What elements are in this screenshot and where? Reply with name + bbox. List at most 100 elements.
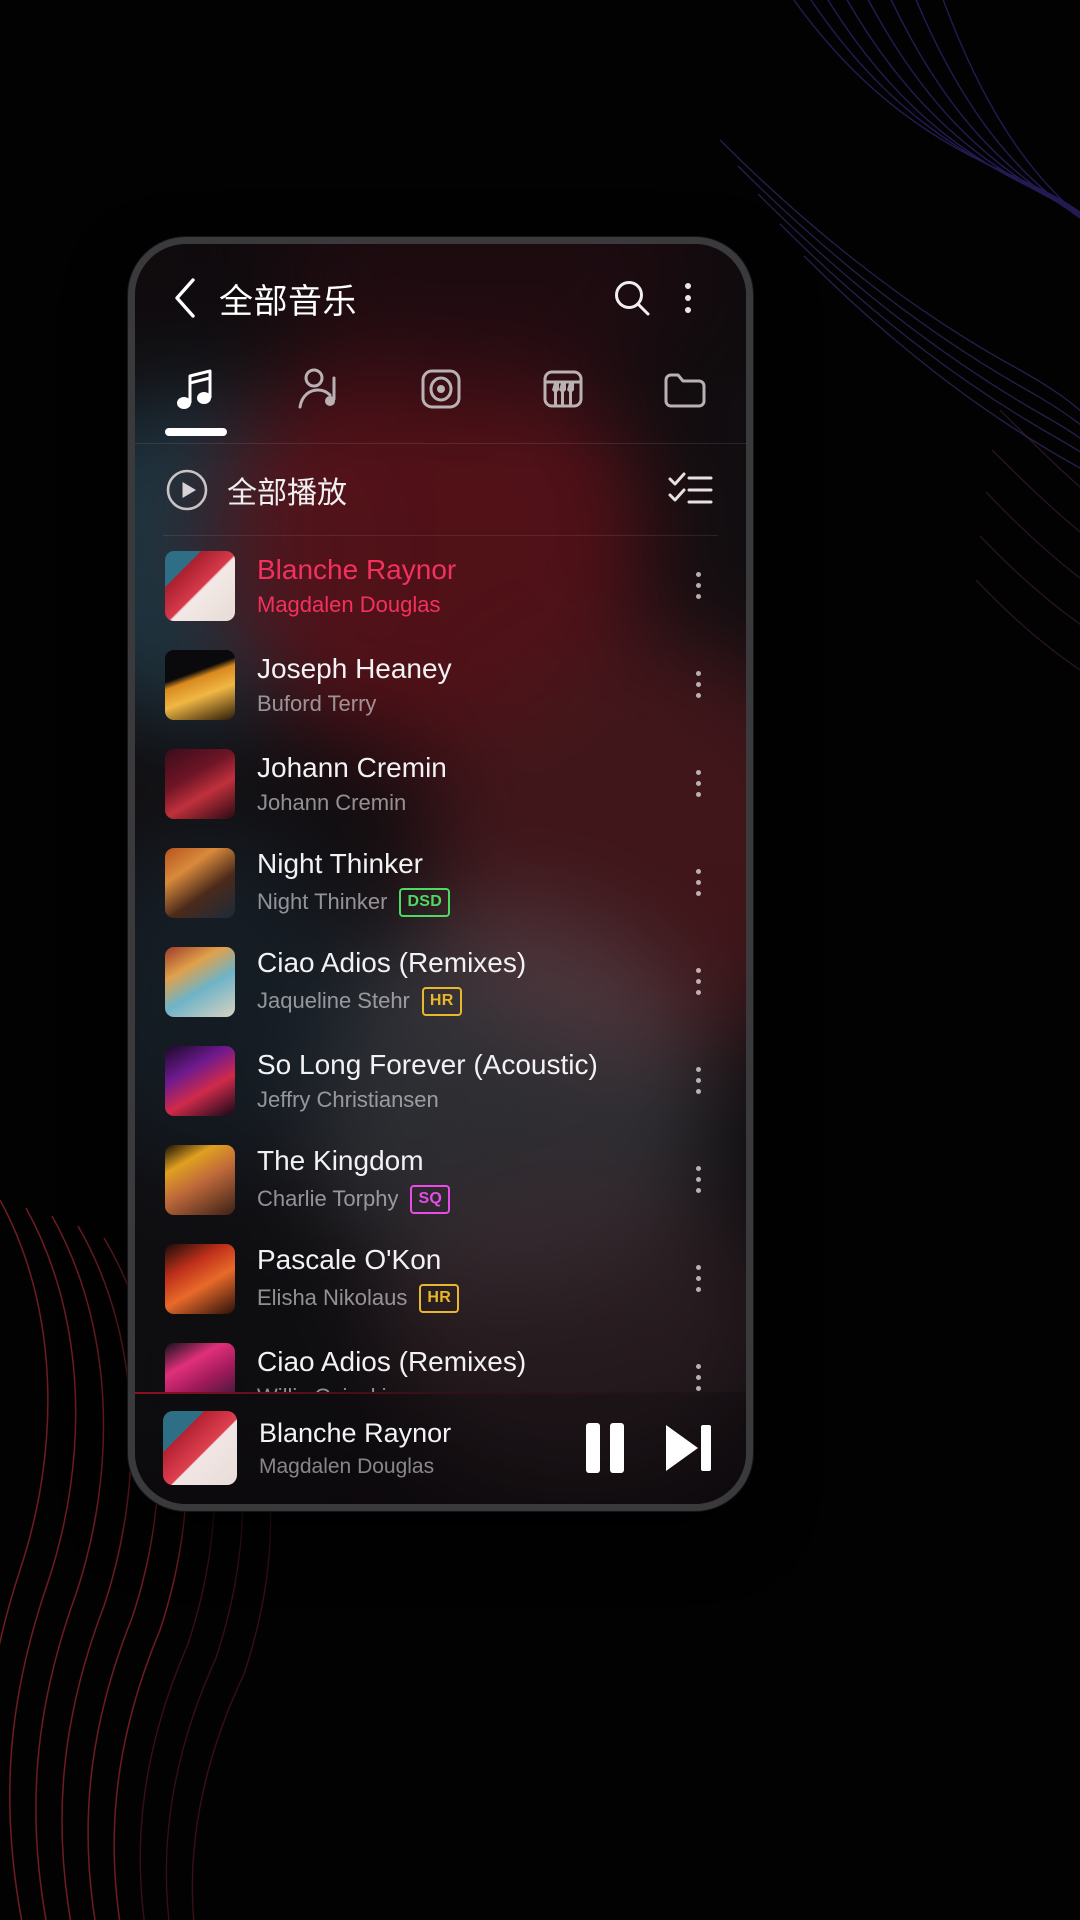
- song-title: Johann Cremin: [257, 751, 447, 783]
- artist-icon: [292, 362, 344, 416]
- more-vertical-icon: [695, 869, 701, 896]
- song-title: Ciao Adios (Remixes): [257, 947, 527, 979]
- quality-badge: SQ: [410, 1184, 451, 1214]
- more-vertical-icon: [695, 1265, 701, 1292]
- song-artwork: [165, 649, 235, 720]
- tab-songs[interactable]: [135, 352, 257, 444]
- song-subline: Night Thinker DSD: [257, 887, 658, 917]
- mini-player: Blanche Raynor Magdalen Douglas: [135, 1392, 746, 1504]
- song-artwork: [165, 1243, 235, 1314]
- song-menu-button[interactable]: [670, 550, 726, 622]
- song-row[interactable]: Night Thinker Night Thinker DSD: [135, 833, 746, 932]
- song-title: Blanche Raynor: [257, 553, 457, 585]
- more-vertical-icon: [695, 968, 701, 995]
- more-options-button[interactable]: [660, 270, 716, 326]
- song-title: Night Thinker: [257, 848, 424, 880]
- music-note-icon: [170, 362, 222, 416]
- song-artist: Magdalen Douglas: [257, 593, 441, 618]
- song-menu-button[interactable]: [670, 1144, 726, 1216]
- app-header: 全部音乐: [135, 244, 746, 352]
- album-disc-icon: [415, 362, 467, 416]
- tab-albums[interactable]: [379, 352, 501, 444]
- more-vertical-icon: [685, 283, 691, 313]
- song-meta: Pascale O'Kon Elisha Nikolaus HR: [257, 1244, 670, 1313]
- song-artwork: [165, 748, 235, 819]
- phone-screen: 全部音乐 全部播放 Blanche Raynor Magdalen Dougla…: [135, 244, 746, 1504]
- song-artist: Elisha Nikolaus: [257, 1286, 408, 1311]
- song-list[interactable]: Blanche Raynor Magdalen Douglas Joseph Hea…: [135, 536, 746, 1392]
- song-row[interactable]: Pascale O'Kon Elisha Nikolaus HR: [135, 1229, 746, 1328]
- song-title: The Kingdom: [257, 1145, 424, 1177]
- now-playing-title: Blanche Raynor: [259, 1417, 452, 1448]
- song-subline: Charlie Torphy SQ: [257, 1184, 658, 1214]
- song-subline: Elisha Nikolaus HR: [257, 1283, 658, 1313]
- song-artist: Jeffry Christiansen: [257, 1088, 439, 1113]
- song-artwork: [165, 946, 235, 1017]
- song-meta: Blanche Raynor Magdalen Douglas: [257, 554, 670, 618]
- multi-select-button[interactable]: [662, 462, 718, 518]
- song-menu-button[interactable]: [670, 649, 726, 721]
- checklist-icon: [668, 472, 713, 504]
- song-menu-button[interactable]: [670, 946, 726, 1018]
- song-subline: Buford Terry: [257, 692, 658, 716]
- play-all-label: 全部播放: [227, 477, 347, 510]
- quality-badge: HR: [421, 986, 462, 1016]
- song-subline: Johann Cremin: [257, 791, 658, 815]
- pause-icon: [586, 1423, 624, 1473]
- folder-icon: [659, 362, 711, 416]
- song-menu-button[interactable]: [670, 748, 726, 820]
- chevron-left-icon: [175, 278, 195, 318]
- song-artist: Charlie Torphy: [257, 1187, 399, 1212]
- song-menu-button[interactable]: [670, 847, 726, 919]
- search-button[interactable]: [604, 270, 660, 326]
- piano-keys-icon: [537, 362, 589, 416]
- now-playing-artwork[interactable]: [163, 1411, 237, 1485]
- screenshot-root: 全部音乐 全部播放 Blanche Raynor Magdalen Dougla…: [0, 0, 1080, 1920]
- more-vertical-icon: [695, 1067, 701, 1094]
- tab-genres[interactable]: [502, 352, 624, 444]
- mini-player-divider: [135, 1392, 746, 1394]
- song-menu-button[interactable]: [670, 1045, 726, 1117]
- song-artwork: [165, 550, 235, 621]
- song-meta: Ciao Adios (Remixes) Jaqueline Stehr HR: [257, 947, 670, 1016]
- song-row[interactable]: Joseph Heaney Buford Terry: [135, 635, 746, 734]
- mini-player-controls: [586, 1421, 716, 1475]
- song-row[interactable]: Blanche Raynor Magdalen Douglas: [135, 536, 746, 635]
- song-artwork: [165, 847, 235, 918]
- play-all-button[interactable]: 全部播放: [165, 468, 347, 512]
- song-row[interactable]: Johann Cremin Johann Cremin: [135, 734, 746, 833]
- song-row[interactable]: So Long Forever (Acoustic) Jeffry Christi…: [135, 1031, 746, 1130]
- song-menu-button[interactable]: [670, 1243, 726, 1315]
- song-subline: Jaqueline Stehr HR: [257, 986, 658, 1016]
- song-title: Joseph Heaney: [257, 652, 452, 684]
- now-playing-artist: Magdalen Douglas: [259, 1454, 435, 1478]
- song-row[interactable]: The Kingdom Charlie Torphy SQ: [135, 1130, 746, 1229]
- app-ui: 全部音乐 全部播放 Blanche Raynor Magdalen Dougla…: [135, 244, 746, 1504]
- back-button[interactable]: [161, 274, 209, 322]
- song-meta: Night Thinker Night Thinker DSD: [257, 848, 670, 917]
- song-artwork: [165, 1342, 235, 1392]
- quality-badge: DSD: [399, 887, 451, 917]
- now-playing-meta[interactable]: Blanche Raynor Magdalen Douglas: [259, 1418, 572, 1479]
- song-row[interactable]: Ciao Adios (Remixes) Willis Osinski: [135, 1328, 746, 1392]
- song-subline: Magdalen Douglas: [257, 593, 658, 617]
- song-menu-button[interactable]: [670, 1342, 726, 1393]
- song-row[interactable]: Ciao Adios (Remixes) Jaqueline Stehr HR: [135, 932, 746, 1031]
- page-title: 全部音乐: [219, 282, 357, 321]
- pause-button[interactable]: [586, 1423, 624, 1473]
- song-meta: Johann Cremin Johann Cremin: [257, 752, 670, 816]
- tab-folders[interactable]: [624, 352, 746, 444]
- song-artwork: [165, 1144, 235, 1215]
- song-artwork: [165, 1045, 235, 1116]
- tab-active-indicator: [165, 428, 228, 436]
- tab-bar: [135, 352, 746, 444]
- song-artist: Jaqueline Stehr: [257, 989, 410, 1014]
- tab-artists[interactable]: [257, 352, 379, 444]
- song-title: So Long Forever (Acoustic): [257, 1048, 598, 1080]
- phone-device: 全部音乐 全部播放 Blanche Raynor Magdalen Dougla…: [128, 237, 753, 1511]
- more-vertical-icon: [695, 1166, 701, 1193]
- next-button[interactable]: [660, 1421, 716, 1475]
- more-vertical-icon: [695, 671, 701, 698]
- more-vertical-icon: [695, 770, 701, 797]
- search-icon: [615, 281, 650, 316]
